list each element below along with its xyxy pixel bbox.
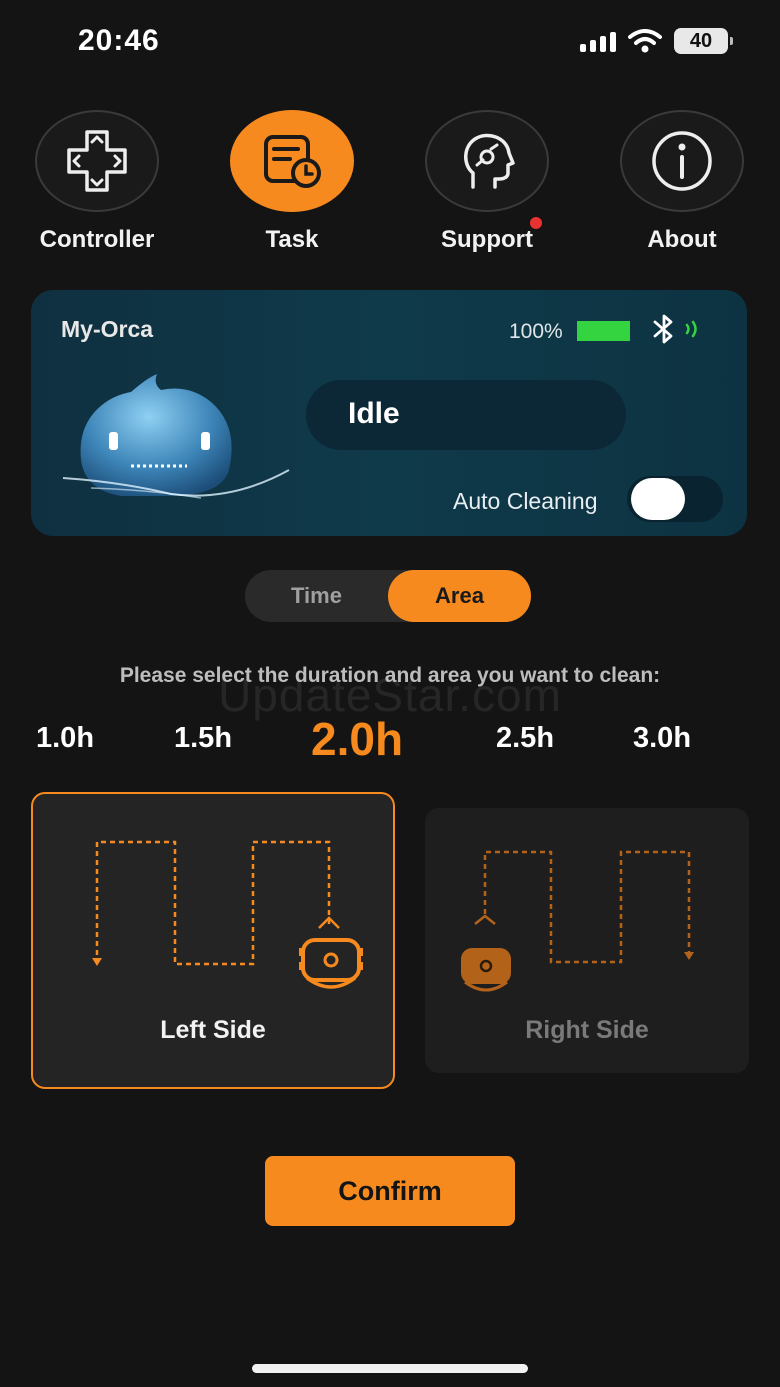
left-side-path-icon	[92, 840, 363, 989]
duration-option[interactable]: 1.5h	[174, 722, 232, 755]
mode-area-tab[interactable]: Area	[388, 570, 531, 622]
nav-about[interactable]: About	[597, 110, 767, 254]
head-support-icon	[464, 133, 515, 189]
device-battery-bar	[577, 321, 630, 341]
nav-task[interactable]: Task	[207, 110, 377, 254]
notification-dot	[530, 217, 542, 229]
orca-mascot-icon	[62, 374, 290, 499]
dpad-icon	[67, 130, 127, 192]
auto-cleaning-label: Auto Cleaning	[453, 488, 598, 514]
device-battery-percent: 100%	[509, 320, 563, 343]
nav-controller[interactable]: Controller	[12, 110, 182, 254]
right-side-path-icon	[461, 850, 694, 992]
duration-option-selected[interactable]: 2.0h	[311, 712, 403, 766]
top-nav: Controller Task Support About	[0, 110, 780, 260]
selection-prompt: Please select the duration and area you …	[119, 664, 661, 687]
status-time: 20:46	[78, 24, 160, 57]
nav-label-controller: Controller	[39, 226, 155, 253]
nav-label-about: About	[647, 226, 717, 253]
duration-option[interactable]: 1.0h	[36, 722, 94, 755]
info-icon	[652, 131, 712, 191]
area-right-side-card[interactable]: Right Side	[425, 808, 749, 1073]
support-button[interactable]	[425, 110, 549, 212]
duration-selector: 1.0h 1.5h 2.0h 2.5h 3.0h	[0, 712, 780, 772]
home-indicator[interactable]	[252, 1364, 528, 1373]
status-icons: 40	[580, 28, 733, 54]
area-right-label: Right Side	[525, 1016, 649, 1044]
nav-support[interactable]: Support	[402, 110, 572, 254]
task-clock-icon	[264, 135, 321, 188]
bluetooth-icon	[653, 314, 697, 344]
controller-button[interactable]	[35, 110, 159, 212]
task-button[interactable]	[230, 110, 354, 212]
nav-label-support: Support	[441, 226, 533, 253]
toggle-knob	[631, 478, 685, 520]
auto-cleaning-toggle[interactable]	[627, 476, 723, 522]
battery-icon: 40	[674, 28, 733, 54]
wifi-icon	[628, 29, 662, 53]
area-left-label: Left Side	[160, 1016, 266, 1044]
mode-time-tab[interactable]: Time	[245, 570, 388, 622]
nav-label-task: Task	[265, 226, 319, 253]
cellular-signal-icon	[580, 30, 616, 52]
confirm-button[interactable]: Confirm	[265, 1156, 515, 1226]
duration-option[interactable]: 2.5h	[496, 722, 554, 755]
device-status: Idle	[348, 397, 400, 430]
about-button[interactable]	[620, 110, 744, 212]
duration-option[interactable]: 3.0h	[633, 722, 691, 755]
area-left-side-card[interactable]: Left Side	[31, 792, 395, 1089]
mode-segmented-control: Time Area	[245, 570, 531, 622]
status-pill: Idle	[306, 380, 626, 450]
device-name: My-Orca	[61, 316, 154, 342]
device-card: My-Orca 100% Idle Auto Cleaning	[31, 290, 747, 536]
